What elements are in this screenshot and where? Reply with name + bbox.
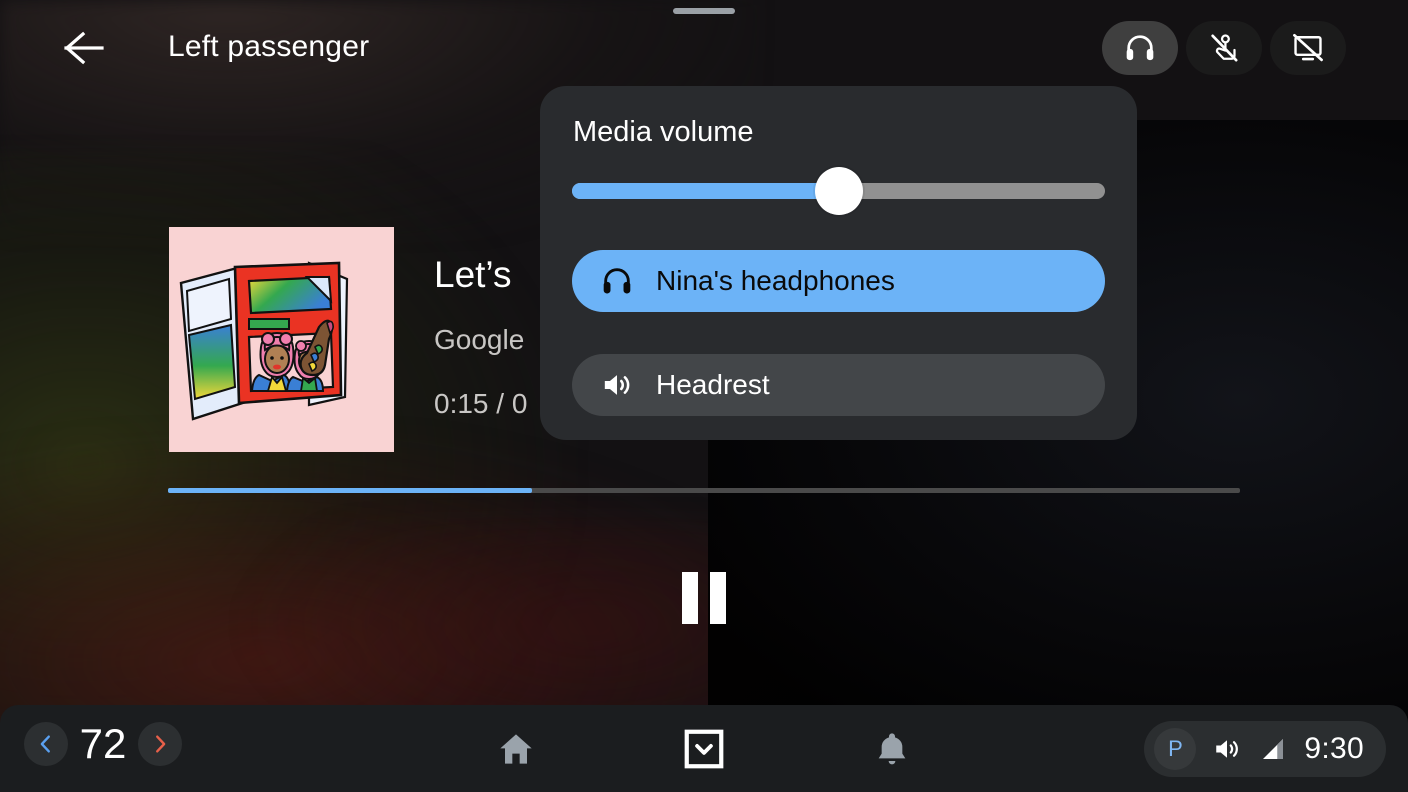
notifications-button[interactable] bbox=[866, 723, 918, 775]
arrow-left-icon bbox=[64, 31, 104, 65]
top-bar: Left passenger bbox=[0, 0, 1408, 96]
speaker-volume-icon bbox=[1216, 740, 1239, 758]
slider-fill bbox=[572, 183, 839, 199]
temperature-increase-button[interactable] bbox=[138, 722, 182, 766]
progress-fill bbox=[168, 488, 533, 493]
screen-off-icon bbox=[1293, 33, 1323, 62]
touch-disabled-toggle-button[interactable] bbox=[1186, 21, 1262, 75]
home-icon bbox=[500, 734, 532, 764]
pause-bar-right bbox=[710, 572, 726, 624]
speaker-volume-icon bbox=[604, 375, 630, 395]
gear-indicator: P bbox=[1154, 728, 1197, 770]
headphones-toggle-button[interactable] bbox=[1102, 21, 1178, 75]
output-device-headrest[interactable]: Headrest bbox=[572, 354, 1105, 416]
headphones-icon bbox=[1126, 35, 1154, 61]
album-art-illustration bbox=[169, 227, 394, 452]
temperature-decrease-button[interactable] bbox=[24, 722, 68, 766]
page-title: Left passenger bbox=[168, 30, 370, 63]
slider-thumb[interactable] bbox=[814, 167, 863, 215]
pause-bar-left bbox=[682, 572, 698, 624]
temperature-value: 72 bbox=[79, 720, 127, 767]
bell-icon bbox=[878, 733, 906, 765]
nav-center-buttons bbox=[490, 723, 918, 775]
touch-off-icon bbox=[1211, 34, 1238, 62]
back-button[interactable] bbox=[56, 24, 112, 72]
screen-off-toggle-button[interactable] bbox=[1270, 21, 1346, 75]
status-chip[interactable]: P 9:30 bbox=[1144, 721, 1386, 777]
pause-button[interactable] bbox=[672, 570, 736, 626]
output-device-label: Headrest bbox=[656, 369, 770, 400]
output-device-label: Nina's headphones bbox=[656, 265, 895, 296]
output-device-nina-headphones[interactable]: Nina's headphones bbox=[572, 250, 1105, 312]
temperature-control: 72 bbox=[24, 722, 182, 766]
playback-progress-bar[interactable] bbox=[168, 488, 1240, 493]
chevron-down-square-icon bbox=[684, 729, 724, 769]
top-bar-actions bbox=[1102, 21, 1346, 75]
car-media-screen: Left passenger Let’s Google 0:15 / 0 Med… bbox=[0, 0, 1408, 792]
album-art[interactable] bbox=[169, 227, 394, 452]
headphones-icon bbox=[603, 268, 631, 294]
app-drawer-button[interactable] bbox=[678, 723, 730, 775]
chevron-right-icon bbox=[156, 735, 166, 753]
chevron-left-icon bbox=[40, 735, 50, 753]
signal-bars-icon bbox=[1263, 739, 1284, 759]
clock: 9:30 bbox=[1304, 732, 1364, 765]
output-device-list: Nina's headphones Headrest bbox=[572, 250, 1105, 416]
home-button[interactable] bbox=[490, 723, 542, 775]
media-volume-heading: Media volume bbox=[573, 116, 754, 148]
media-volume-slider[interactable] bbox=[572, 167, 1105, 215]
system-nav-bar: 72 P 9:30 bbox=[0, 705, 1408, 792]
media-volume-panel: Media volume Nina's headphones Headrest bbox=[540, 86, 1137, 440]
